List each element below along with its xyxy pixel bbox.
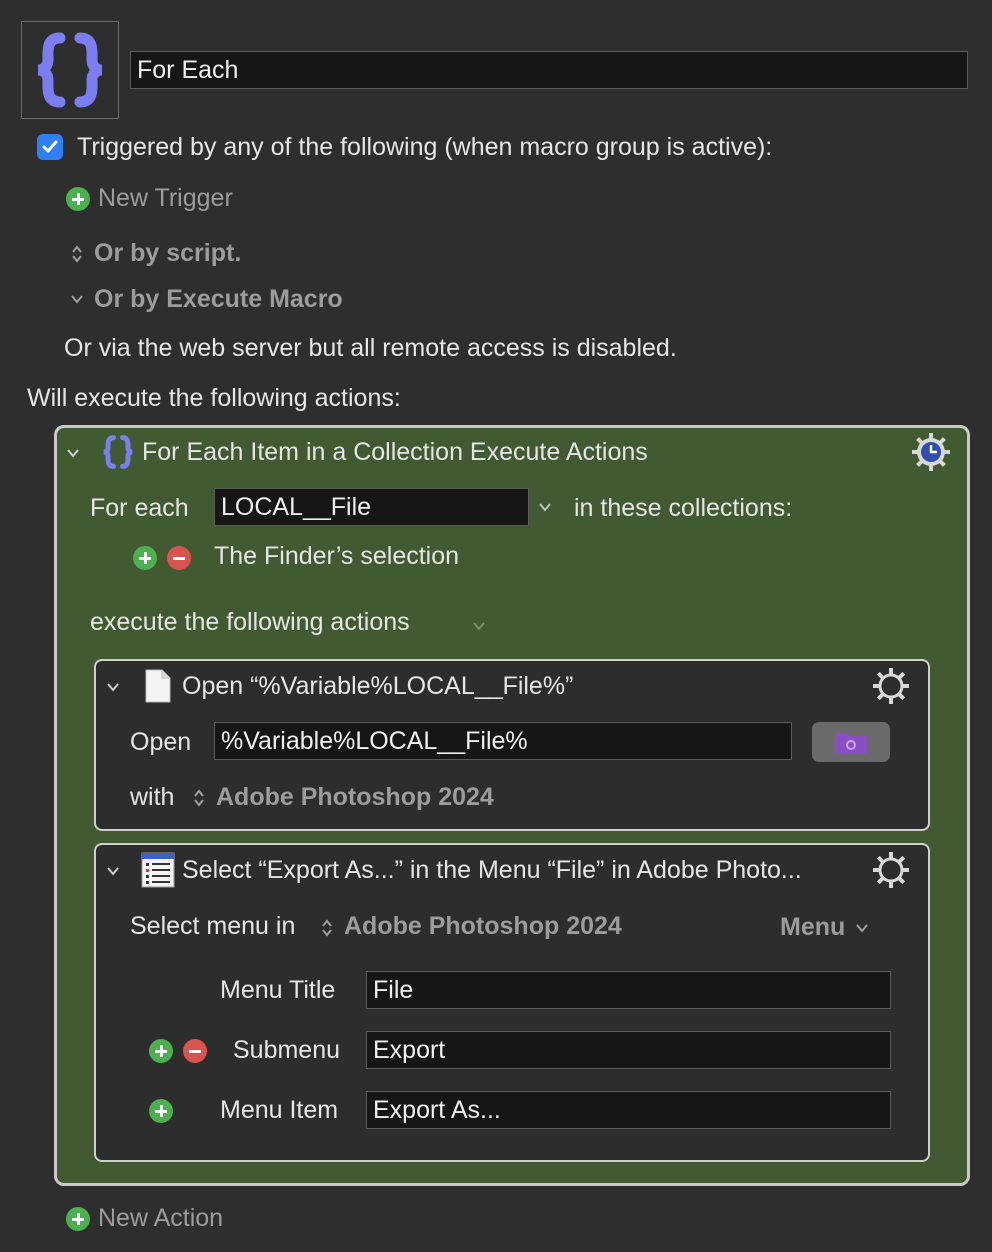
execute-actions-label: execute the following actions bbox=[90, 608, 410, 636]
menu-app-selector[interactable]: Adobe Photoshop 2024 bbox=[344, 912, 622, 941]
choose-folder-button[interactable] bbox=[812, 722, 890, 762]
menu-dropdown-chevron-icon[interactable] bbox=[855, 921, 869, 935]
menu-dropdown-button[interactable]: Menu bbox=[780, 913, 845, 942]
braces-small-icon bbox=[103, 435, 133, 469]
menu-title-field[interactable]: File bbox=[366, 971, 891, 1009]
macro-icon-well[interactable] bbox=[21, 21, 119, 119]
new-action-add-icon[interactable] bbox=[66, 1207, 90, 1231]
triggered-checkbox[interactable] bbox=[37, 134, 63, 160]
macro-name-field[interactable]: For Each bbox=[130, 51, 968, 89]
gear-clock-icon[interactable] bbox=[911, 432, 951, 472]
open-app-selector[interactable]: Adobe Photoshop 2024 bbox=[216, 783, 494, 812]
open-action-title: Open “%Variable%LOCAL__File%” bbox=[182, 672, 574, 700]
for-each-label: For each bbox=[90, 494, 189, 522]
gear-icon[interactable] bbox=[871, 850, 911, 890]
menu-item-field[interactable]: Export As... bbox=[366, 1091, 891, 1129]
select-menu-label: Select menu in bbox=[130, 912, 296, 940]
in-collections-label: in these collections: bbox=[574, 494, 793, 522]
add-menu-item-icon[interactable] bbox=[149, 1099, 173, 1123]
menu-app-updown-chevron-icon[interactable] bbox=[320, 916, 334, 940]
new-trigger-add-icon[interactable] bbox=[66, 187, 90, 211]
menu-action-title: Select “Export As...” in the Menu “File”… bbox=[182, 856, 802, 884]
add-collection-icon[interactable] bbox=[133, 546, 157, 570]
updown-chevron-icon[interactable] bbox=[70, 242, 84, 266]
for-each-title: For Each Item in a Collection Execute Ac… bbox=[142, 438, 648, 466]
menu-title-label: Menu Title bbox=[220, 976, 336, 1004]
submenu-field[interactable]: Export bbox=[366, 1031, 891, 1069]
menu-item-label: Menu Item bbox=[220, 1096, 339, 1124]
triggered-label: Triggered by any of the following (when … bbox=[77, 133, 773, 161]
folder-gear-icon bbox=[835, 733, 867, 754]
checkmark-icon bbox=[42, 140, 58, 153]
remove-collection-icon[interactable] bbox=[167, 546, 191, 570]
will-execute-label: Will execute the following actions: bbox=[27, 384, 401, 412]
braces-icon bbox=[37, 32, 103, 108]
app-updown-chevron-icon[interactable] bbox=[192, 786, 206, 810]
with-label: with bbox=[130, 783, 175, 811]
new-trigger-button[interactable]: New Trigger bbox=[98, 184, 233, 213]
new-action-button[interactable]: New Action bbox=[98, 1204, 223, 1233]
collection-item[interactable]: The Finder’s selection bbox=[214, 542, 459, 571]
add-submenu-icon[interactable] bbox=[149, 1039, 173, 1063]
menu-list-icon bbox=[141, 852, 175, 888]
or-by-script-label[interactable]: Or by script. bbox=[94, 239, 241, 268]
execute-chevron-icon[interactable] bbox=[472, 619, 486, 633]
or-by-execute-macro-label[interactable]: Or by Execute Macro bbox=[94, 285, 343, 314]
document-icon bbox=[145, 669, 171, 703]
open-label: Open bbox=[130, 728, 192, 756]
menu-collapse-chevron-icon[interactable] bbox=[106, 864, 120, 878]
chevron-down-icon[interactable] bbox=[70, 292, 84, 306]
web-server-note: Or via the web server but all remote acc… bbox=[64, 334, 677, 362]
variable-dropdown-chevron-icon[interactable] bbox=[538, 500, 552, 514]
submenu-label: Submenu bbox=[233, 1036, 341, 1064]
collapse-chevron-icon[interactable] bbox=[66, 446, 80, 460]
variable-field[interactable]: LOCAL__File bbox=[214, 488, 529, 526]
open-path-field[interactable]: %Variable%LOCAL__File% bbox=[214, 722, 792, 760]
open-collapse-chevron-icon[interactable] bbox=[106, 680, 120, 694]
gear-icon[interactable] bbox=[871, 666, 911, 706]
remove-submenu-icon[interactable] bbox=[183, 1039, 207, 1063]
